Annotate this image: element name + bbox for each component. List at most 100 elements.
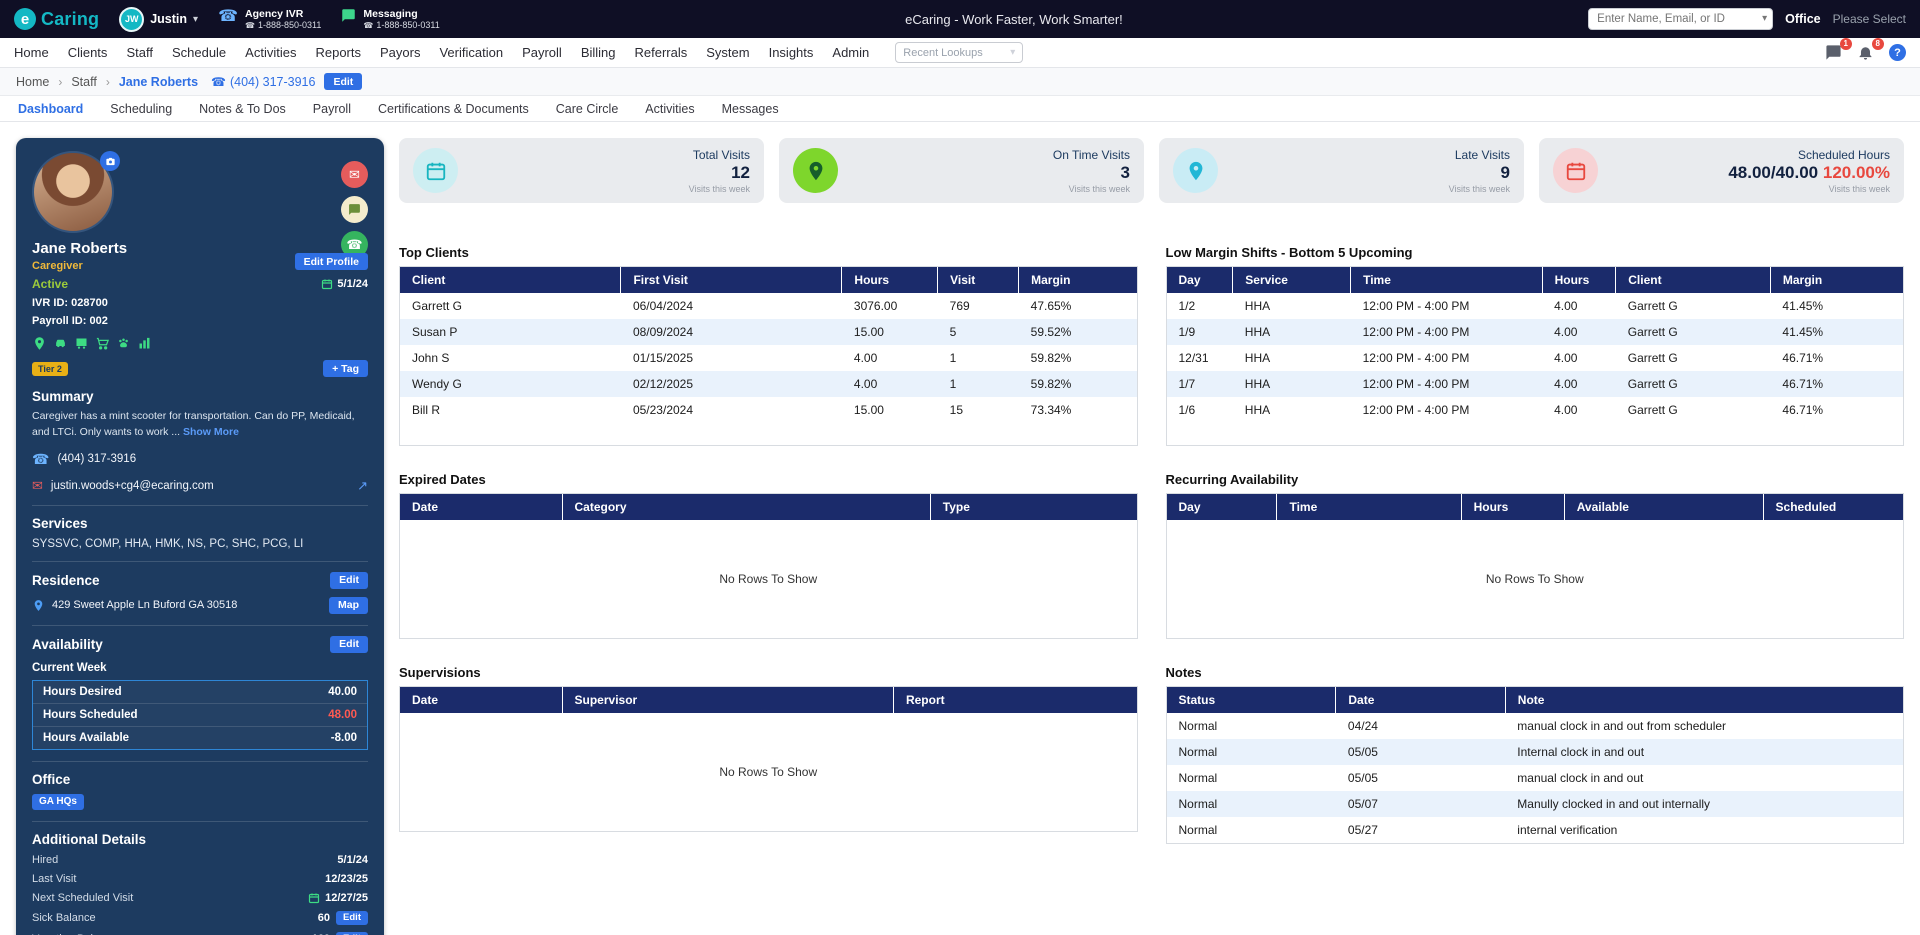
edit-availability-button[interactable]: Edit bbox=[330, 635, 368, 653]
table-cell: 46.71% bbox=[1782, 351, 1824, 365]
map-button[interactable]: Map bbox=[329, 596, 368, 614]
tab-activities[interactable]: Activities bbox=[645, 102, 694, 116]
column-header[interactable]: Margin bbox=[1770, 267, 1903, 293]
table-cell: 1 bbox=[949, 351, 957, 365]
edit-residence-button[interactable]: Edit bbox=[330, 571, 368, 589]
nav-item-insights[interactable]: Insights bbox=[769, 45, 814, 60]
tab-notes-to-dos[interactable]: Notes & To Dos bbox=[199, 102, 286, 116]
email-row: ✉ justin.woods+cg4@ecaring.com ↗ bbox=[32, 478, 368, 494]
column-header[interactable]: Date bbox=[400, 687, 563, 713]
column-header[interactable]: Note bbox=[1505, 687, 1903, 713]
table-row[interactable]: 1/9 HHA 12:00 PM - 4:00 PM 4.00 Garrett G 41.… bbox=[1166, 319, 1903, 345]
table-row[interactable]: Susan P 08/09/2024 15.00 5 59.52% bbox=[400, 319, 1137, 345]
column-header[interactable]: Available bbox=[1564, 494, 1764, 520]
add-tag-button[interactable]: + Tag bbox=[323, 360, 368, 377]
tab-care-circle[interactable]: Care Circle bbox=[556, 102, 619, 116]
hours-desired-row: Hours Desired 40.00 bbox=[33, 681, 367, 704]
column-header[interactable]: Time bbox=[1350, 267, 1543, 293]
nav-item-verification[interactable]: Verification bbox=[439, 45, 503, 60]
column-header[interactable]: Hours bbox=[1461, 494, 1565, 520]
nav-item-billing[interactable]: Billing bbox=[581, 45, 616, 60]
column-header[interactable]: Margin bbox=[1018, 267, 1137, 293]
nav-item-payors[interactable]: Payors bbox=[380, 45, 420, 60]
column-header[interactable]: Supervisor bbox=[562, 687, 894, 713]
search-input[interactable] bbox=[1588, 8, 1774, 30]
bell-icon[interactable]: 8 bbox=[1857, 37, 1884, 62]
column-header[interactable]: Date bbox=[400, 494, 563, 520]
camera-icon[interactable] bbox=[100, 151, 120, 171]
nav-item-staff[interactable]: Staff bbox=[126, 45, 153, 60]
column-header[interactable]: Status bbox=[1166, 687, 1337, 713]
nav-item-admin[interactable]: Admin bbox=[832, 45, 869, 60]
external-link-icon[interactable]: ↗ bbox=[357, 478, 368, 494]
tab-messages[interactable]: Messages bbox=[722, 102, 779, 116]
chevron-down-icon: ▾ bbox=[1010, 47, 1016, 58]
breadcrumb-current[interactable]: Jane Roberts bbox=[119, 75, 198, 89]
table-row[interactable]: Normal 05/05 Internal clock in and out bbox=[1166, 739, 1903, 765]
nav-item-schedule[interactable]: Schedule bbox=[172, 45, 226, 60]
table-row[interactable]: John S 01/15/2025 4.00 1 59.82% bbox=[400, 345, 1137, 371]
table-cell: 12/31 bbox=[1178, 351, 1209, 365]
email-icon[interactable]: ✉ bbox=[341, 161, 368, 188]
tab-payroll[interactable]: Payroll bbox=[313, 102, 351, 116]
brand-logo[interactable]: e Caring bbox=[14, 8, 99, 30]
column-header[interactable]: First Visit bbox=[620, 267, 843, 293]
nav-item-payroll[interactable]: Payroll bbox=[522, 45, 562, 60]
column-header[interactable]: Hours bbox=[1542, 267, 1617, 293]
tab-scheduling[interactable]: Scheduling bbox=[110, 102, 172, 116]
table-row[interactable]: Bill R 05/23/2024 15.00 15 73.34% bbox=[400, 397, 1137, 423]
column-header[interactable]: Client bbox=[1615, 267, 1771, 293]
table-row[interactable]: 1/7 HHA 12:00 PM - 4:00 PM 4.00 Garrett G 46.… bbox=[1166, 371, 1903, 397]
sms-icon[interactable] bbox=[341, 196, 368, 223]
column-header[interactable]: Scheduled bbox=[1763, 494, 1903, 520]
table-row[interactable]: 12/31 HHA 12:00 PM - 4:00 PM 4.00 Garrett G 4… bbox=[1167, 345, 1904, 371]
nav-item-reports[interactable]: Reports bbox=[315, 45, 361, 60]
column-header[interactable]: Day bbox=[1166, 267, 1234, 293]
help-icon[interactable]: ? bbox=[1889, 44, 1906, 61]
table-title: Recurring Availability bbox=[1165, 472, 1299, 487]
column-header[interactable]: Date bbox=[1335, 687, 1506, 713]
edit-vacation-balance-button[interactable]: Edit bbox=[336, 931, 368, 935]
chat-icon[interactable]: 1 bbox=[1825, 37, 1852, 62]
profile-phone[interactable]: (404) 317-3916 bbox=[57, 453, 136, 465]
recent-lookups-select[interactable]: Recent Lookups ▾ bbox=[895, 42, 1024, 63]
user-menu[interactable]: JW Justin ▾ bbox=[119, 6, 198, 32]
edit-sick-balance-button[interactable]: Edit bbox=[336, 910, 368, 925]
nav-item-activities[interactable]: Activities bbox=[245, 45, 296, 60]
table-row[interactable]: Normal 05/07 Manully clocked in and out in… bbox=[1166, 791, 1903, 817]
column-header[interactable]: Service bbox=[1232, 267, 1352, 293]
column-header[interactable]: Visit bbox=[937, 267, 1020, 293]
show-more-link[interactable]: Show More bbox=[183, 426, 239, 438]
table-row[interactable]: Garrett G 06/04/2024 3076.00 769 47.65% bbox=[400, 293, 1137, 319]
chevron-down-icon[interactable]: ▾ bbox=[1762, 13, 1767, 24]
table-cell: 04/24 bbox=[1347, 719, 1378, 733]
column-header[interactable]: Category bbox=[562, 494, 931, 520]
breadcrumb-home[interactable]: Home bbox=[16, 75, 49, 89]
nav-item-referrals[interactable]: Referrals bbox=[635, 45, 688, 60]
table-row[interactable]: Wendy G 02/12/2025 4.00 1 59.82% bbox=[400, 371, 1137, 397]
column-header[interactable]: Client bbox=[400, 267, 622, 293]
office-badge[interactable]: GA HQs bbox=[32, 793, 84, 810]
table-row[interactable]: 1/6 HHA 12:00 PM - 4:00 PM 4.00 Garrett G 46.… bbox=[1167, 397, 1904, 423]
nav-item-clients[interactable]: Clients bbox=[68, 45, 108, 60]
table-row[interactable]: Normal 05/05 manual clock in and out bbox=[1167, 765, 1904, 791]
column-header[interactable]: Type bbox=[930, 494, 1137, 520]
column-header[interactable]: Time bbox=[1276, 494, 1462, 520]
breadcrumb-staff[interactable]: Staff bbox=[71, 75, 96, 89]
nav-item-home[interactable]: Home bbox=[14, 45, 49, 60]
table-row[interactable]: Normal 05/27 internal verification bbox=[1167, 817, 1904, 843]
nav-item-system[interactable]: System bbox=[706, 45, 749, 60]
column-header[interactable]: Report bbox=[893, 687, 1137, 713]
office-select[interactable]: Please Select bbox=[1833, 12, 1906, 26]
phone-icon: ☎ bbox=[211, 74, 226, 89]
column-header[interactable]: Day bbox=[1166, 494, 1278, 520]
table-row[interactable]: Normal 04/24 manual clock in and out from … bbox=[1167, 713, 1904, 739]
tab-certifications-documents[interactable]: Certifications & Documents bbox=[378, 102, 529, 116]
tab-dashboard[interactable]: Dashboard bbox=[18, 102, 83, 116]
column-header[interactable]: Hours bbox=[841, 267, 939, 293]
edit-profile-button[interactable]: Edit Profile bbox=[294, 253, 368, 270]
edit-button[interactable]: Edit bbox=[324, 73, 363, 90]
table-cell: Normal bbox=[1166, 739, 1336, 765]
table-row[interactable]: 1/2 HHA 12:00 PM - 4:00 PM 4.00 Garrett G 41.… bbox=[1167, 293, 1904, 319]
profile-email[interactable]: justin.woods+cg4@ecaring.com bbox=[51, 480, 214, 492]
